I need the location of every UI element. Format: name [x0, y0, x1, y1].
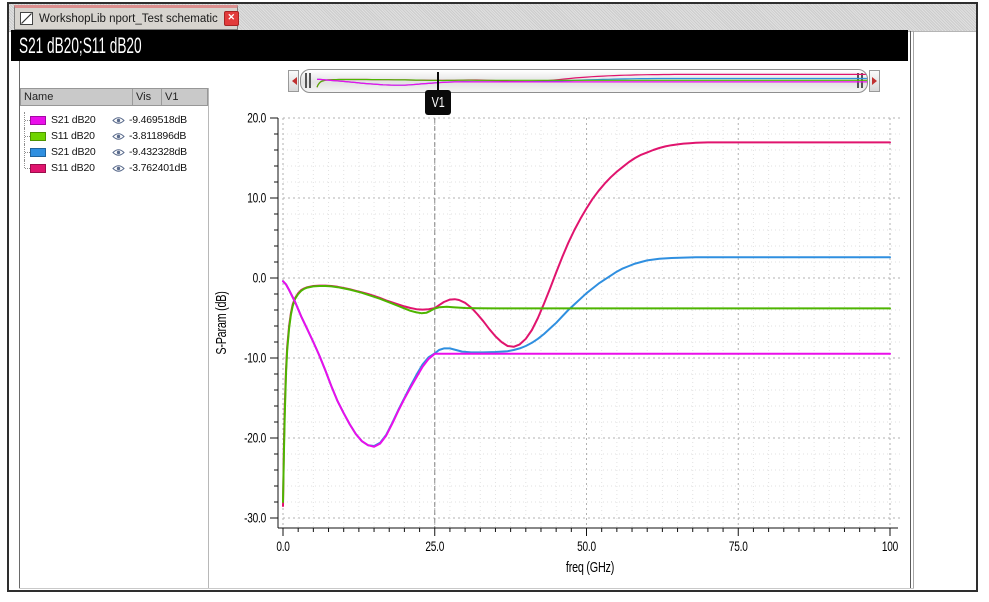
svg-text:0.0: 0.0 [253, 270, 267, 286]
legend-trace-name: S11 dB20 [51, 130, 95, 142]
scroll-right-arrow-icon[interactable] [869, 70, 880, 92]
svg-text:0.0: 0.0 [276, 538, 290, 554]
legend-v1-value: -9.432328dB [129, 146, 187, 158]
legend-v1-value: -3.762401dB [129, 162, 187, 174]
plot-title-bar: S21 dB20;S11 dB20 [11, 30, 908, 61]
legend-header: Name Vis V1 [20, 88, 208, 106]
tab-close-icon[interactable]: ✕ [223, 11, 239, 26]
legend-trace-name: S11 dB20 [51, 162, 95, 174]
legend-trace-name: S21 dB20 [51, 114, 96, 126]
plot-title: S21 dB20;S11 dB20 [19, 32, 142, 58]
waveform-window: WorkshopLib nport_Test schematic ✕ S21 d… [7, 2, 978, 592]
svg-text:-20.0: -20.0 [244, 430, 266, 446]
marker-stem [437, 72, 439, 90]
legend-trace-name: S21 dB20 [51, 146, 96, 158]
overview-track[interactable] [300, 69, 868, 93]
eye-visibility-icon[interactable] [107, 164, 129, 173]
svg-text:-10.0: -10.0 [244, 350, 266, 366]
svg-text:75.0: 75.0 [729, 538, 748, 554]
marker-flag-label: V1 [431, 94, 445, 111]
overview-strip [288, 69, 880, 93]
legend-header-vis[interactable]: Vis [133, 89, 162, 105]
tab-workshoplib-nport-test[interactable]: WorkshopLib nport_Test schematic ✕ [14, 5, 239, 30]
scroll-left-arrow-icon[interactable] [288, 70, 299, 92]
tree-connector-icon [20, 160, 30, 176]
legend-row[interactable]: S11 dB20 -3.811896dB [20, 128, 215, 144]
legend-v1-value: -3.811896dB [129, 130, 187, 142]
tree-connector-icon [20, 144, 30, 160]
tab-bar: WorkshopLib nport_Test schematic ✕ [9, 4, 976, 32]
pane-right-border [910, 31, 911, 588]
legend-row[interactable]: S11 dB20 -3.762401dB [20, 160, 215, 176]
tree-connector-icon [20, 128, 30, 144]
tab-title: WorkshopLib nport_Test schematic [39, 12, 218, 25]
svg-text:25.0: 25.0 [425, 538, 444, 554]
svg-text:10.0: 10.0 [247, 190, 266, 206]
overview-mini-plot [316, 73, 867, 88]
legend-color-swatch [30, 163, 46, 173]
legend-color-swatch [30, 115, 46, 125]
legend-v1-value: -9.469518dB [129, 114, 187, 126]
legend-color-swatch [30, 147, 46, 157]
schematic-icon [20, 12, 33, 25]
legend-color-swatch [30, 131, 46, 141]
svg-text:100: 100 [882, 538, 899, 554]
tree-connector-icon [20, 112, 30, 128]
pane-right-border-outer [913, 31, 914, 588]
legend-header-v1[interactable]: V1 [162, 89, 207, 105]
eye-visibility-icon[interactable] [107, 132, 129, 141]
svg-text:-30.0: -30.0 [244, 510, 266, 526]
sparam-chart[interactable]: 20.0 10.0 0.0 -10.0 -20.0 -30.0 0.0 25.0 50.0 75.… [210, 110, 910, 592]
legend-row[interactable]: S21 dB20 -9.432328dB [20, 144, 215, 160]
legend-list: S21 dB20 -9.469518dB S11 dB20 -3.811896dB S2… [20, 112, 215, 176]
eye-visibility-icon[interactable] [107, 148, 129, 157]
svg-text:20.0: 20.0 [247, 110, 266, 126]
svg-text:50.0: 50.0 [577, 538, 596, 554]
svg-text:freq (GHz): freq (GHz) [566, 558, 614, 575]
left-grip-handle[interactable] [305, 73, 307, 88]
legend-header-name[interactable]: Name [21, 89, 133, 105]
legend-row[interactable]: S21 dB20 -9.469518dB [20, 112, 215, 128]
svg-text:S-Param (dB): S-Param (dB) [212, 291, 229, 354]
eye-visibility-icon[interactable] [107, 116, 129, 125]
